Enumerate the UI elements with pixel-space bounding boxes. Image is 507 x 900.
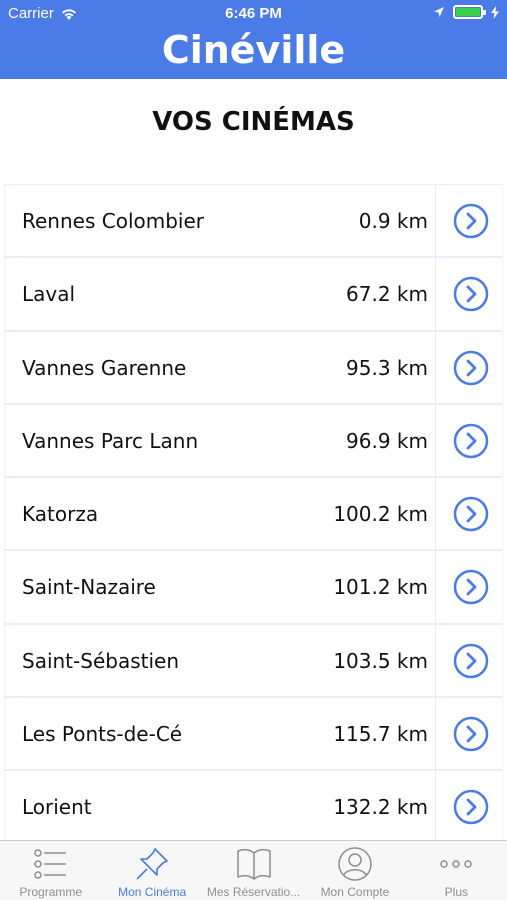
user-icon bbox=[338, 847, 372, 881]
cinema-name: Saint-Sébastien bbox=[22, 648, 179, 673]
cinema-row[interactable]: Lorient 132.2 km bbox=[4, 770, 503, 844]
cinema-distance: 103.5 km bbox=[333, 648, 428, 673]
cinema-row[interactable]: Vannes Parc Lann 96.9 km bbox=[4, 403, 503, 478]
chevron-right-circle-icon[interactable] bbox=[453, 350, 489, 386]
cinema-name: Les Ponts-de-Cé bbox=[22, 722, 183, 747]
row-divider bbox=[435, 185, 436, 257]
cinema-distance: 115.7 km bbox=[333, 722, 428, 747]
chevron-right-circle-icon[interactable] bbox=[453, 643, 489, 679]
chevron-right-circle-icon[interactable] bbox=[453, 496, 489, 532]
status-right bbox=[433, 5, 499, 19]
cinema-list: Rennes Colombier 0.9 km Laval 67.2 km Va… bbox=[4, 184, 503, 844]
tab-label: Mon Compte bbox=[320, 885, 390, 899]
cinema-distance: 0.9 km bbox=[358, 209, 428, 233]
row-divider bbox=[435, 404, 436, 477]
cinema-row[interactable]: Les Ponts-de-Cé 115.7 km bbox=[4, 697, 503, 771]
charging-bolt-icon bbox=[491, 5, 499, 19]
tab-mes-reservations[interactable]: Mes Réservatio... bbox=[203, 841, 304, 900]
more-icon bbox=[440, 860, 473, 868]
tab-label: Plus bbox=[444, 885, 468, 899]
row-divider bbox=[435, 698, 436, 770]
row-divider bbox=[435, 551, 436, 623]
app-logo: Cinéville bbox=[161, 28, 346, 72]
battery-icon bbox=[453, 5, 486, 19]
cinema-name: Rennes Colombier bbox=[22, 209, 204, 233]
row-divider bbox=[435, 258, 436, 330]
row-divider bbox=[435, 331, 436, 403]
cinema-distance: 96.9 km bbox=[346, 428, 428, 453]
tab-label: Mes Réservatio... bbox=[206, 885, 301, 899]
cinema-distance: 101.2 km bbox=[333, 575, 428, 600]
cinema-row[interactable]: Rennes Colombier 0.9 km bbox=[4, 184, 503, 258]
tab-label: Mon Cinéma bbox=[118, 885, 187, 899]
cinema-distance: 100.2 km bbox=[333, 502, 428, 527]
tab-programme[interactable]: Programme bbox=[0, 841, 101, 900]
cinema-name: Laval bbox=[22, 282, 76, 307]
app-header: Carrier 6:46 PM Cinéville bbox=[0, 0, 507, 79]
chevron-right-circle-icon[interactable] bbox=[453, 276, 489, 312]
cinema-distance: 95.3 km bbox=[346, 355, 428, 380]
tab-mon-cinema[interactable]: Mon Cinéma bbox=[101, 841, 202, 900]
cinema-distance: 67.2 km bbox=[346, 282, 428, 307]
tab-mon-compte[interactable]: Mon Compte bbox=[304, 841, 405, 900]
chevron-right-circle-icon[interactable] bbox=[453, 789, 489, 825]
cinema-name: Saint-Nazaire bbox=[22, 575, 156, 600]
cinema-distance: 132.2 km bbox=[333, 795, 428, 820]
tab-plus[interactable]: Plus bbox=[406, 841, 507, 900]
chevron-right-circle-icon[interactable] bbox=[453, 203, 489, 239]
cinema-row[interactable]: Vannes Garenne 95.3 km bbox=[4, 330, 503, 404]
cinema-row[interactable]: Laval 67.2 km bbox=[4, 257, 503, 331]
tab-label: Programme bbox=[19, 885, 83, 899]
chevron-right-circle-icon[interactable] bbox=[453, 569, 489, 605]
page-title: VOS CINÉMAS bbox=[152, 107, 355, 137]
row-divider bbox=[435, 478, 436, 550]
row-divider bbox=[435, 624, 436, 697]
pin-icon bbox=[136, 848, 168, 880]
row-divider bbox=[435, 771, 436, 843]
cinema-name: Vannes Garenne bbox=[22, 355, 187, 380]
chevron-right-circle-icon[interactable] bbox=[453, 716, 489, 752]
location-arrow-icon bbox=[434, 7, 444, 17]
cinema-row[interactable]: Katorza 100.2 km bbox=[4, 477, 503, 551]
cinema-row[interactable]: Saint-Nazaire 101.2 km bbox=[4, 550, 503, 624]
cinema-name: Vannes Parc Lann bbox=[22, 428, 199, 453]
status-time: 6:46 PM bbox=[225, 5, 282, 22]
status-bar: Carrier 6:46 PM bbox=[0, 0, 507, 27]
book-icon bbox=[236, 848, 271, 880]
cinema-name: Lorient bbox=[22, 795, 92, 820]
cinema-row[interactable]: Saint-Sébastien 103.5 km bbox=[4, 623, 503, 698]
tab-bar: Programme Mon Cinéma Mes Réservatio... M… bbox=[0, 840, 507, 900]
cinema-name: Katorza bbox=[22, 502, 99, 527]
chevron-right-circle-icon[interactable] bbox=[453, 423, 489, 459]
list-icon bbox=[33, 849, 66, 879]
